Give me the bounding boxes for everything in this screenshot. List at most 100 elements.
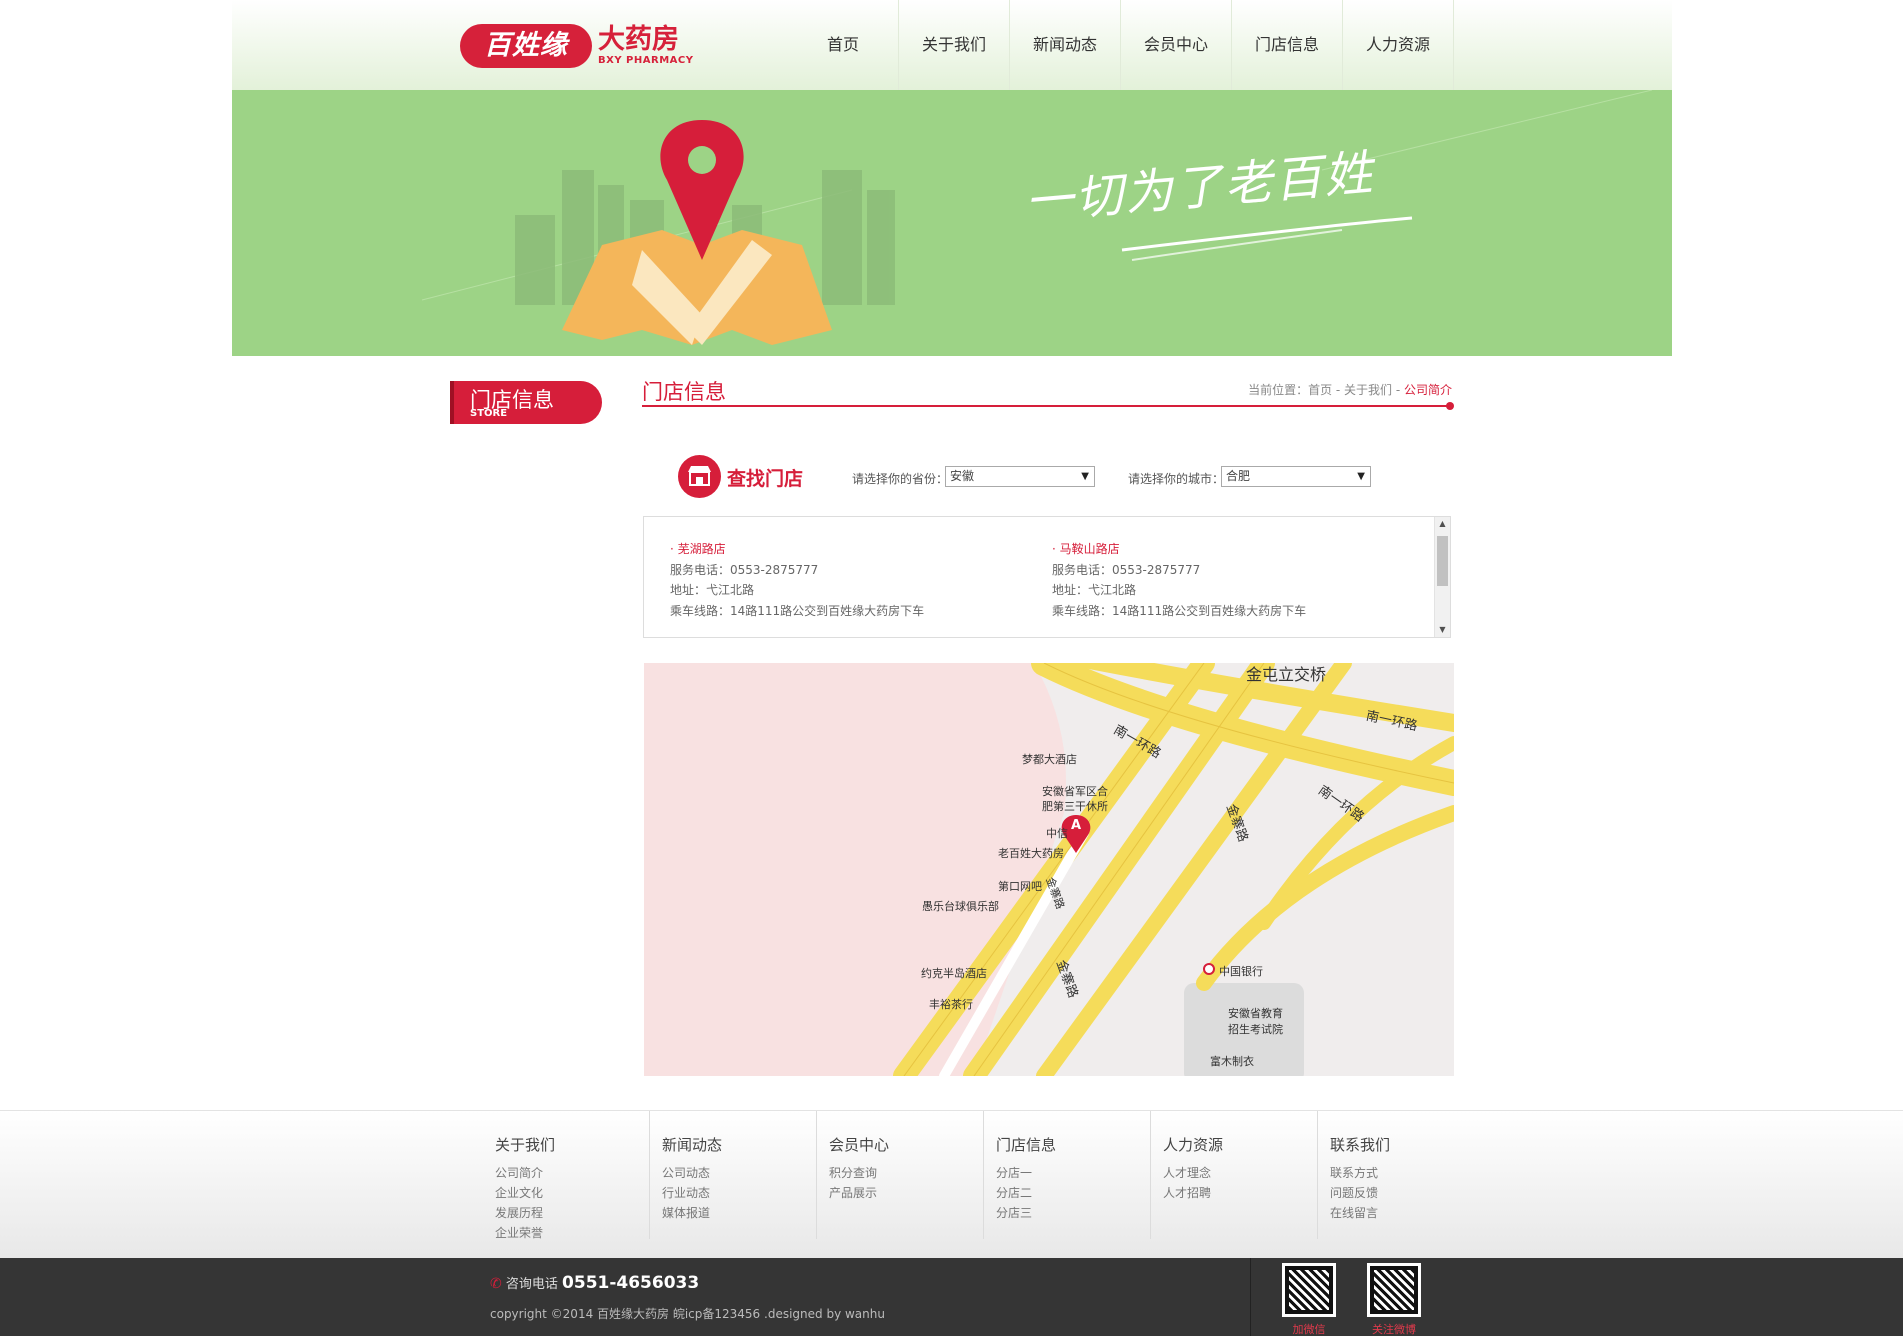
wechat-qr-code — [1282, 1263, 1336, 1317]
breadcrumb-path[interactable]: 当前位置：首页 - 关于我们 - — [1248, 383, 1404, 397]
road-label: 金屯立交桥 — [1246, 665, 1327, 684]
sidebar-title: 门店信息 STORE — [450, 381, 602, 424]
store-name[interactable]: · 芜湖路店 — [670, 539, 924, 560]
province-value: 安徽 — [950, 469, 975, 483]
sidebar-title-en: STORE — [470, 408, 508, 419]
store-route: 乘车线路：14路111路公交到百姓缘大药房下车 — [1052, 603, 1307, 618]
banner-illustration — [421, 90, 1653, 345]
footer-link[interactable]: 分店二 — [996, 1184, 1032, 1201]
map-poi: 富木制衣 — [1210, 1055, 1254, 1068]
footer-link[interactable]: 人才理念 — [1163, 1164, 1211, 1181]
footer-link[interactable]: 企业荣誉 — [495, 1224, 543, 1241]
footer-link[interactable]: 积分查询 — [829, 1164, 877, 1181]
footer-link[interactable]: 媒体报道 — [662, 1204, 710, 1221]
nav-item-news[interactable]: 新闻动态 — [1010, 0, 1121, 90]
scroll-down-icon[interactable]: ▼ — [1435, 623, 1450, 637]
city-value: 合肥 — [1226, 469, 1251, 483]
nav-item-hr[interactable]: 人力资源 — [1343, 0, 1454, 90]
page-title: 门店信息 — [642, 380, 726, 404]
footer-column-title[interactable]: 人力资源 — [1163, 1134, 1223, 1155]
city-label: 请选择你的城市： — [1128, 472, 1225, 486]
footer-link[interactable]: 分店一 — [996, 1164, 1032, 1181]
hotline-number: 0551-4656033 — [562, 1273, 700, 1293]
footer-link[interactable]: 在线留言 — [1330, 1204, 1378, 1221]
footer-link[interactable]: 公司动态 — [662, 1164, 710, 1181]
store-item: · 芜湖路店 服务电话：0553-2875777 地址：弋江北路 乘车线路：14… — [670, 539, 924, 621]
province-select[interactable]: 安徽 ▼ — [945, 466, 1095, 487]
chevron-down-icon: ▼ — [1357, 471, 1365, 482]
hotline: ✆ 咨询电话 0551-4656033 — [490, 1273, 699, 1293]
store-name[interactable]: · 马鞍山路店 — [1052, 539, 1306, 560]
logo[interactable]: 百姓缘 大药房 BXY PHARMACY — [460, 24, 700, 70]
footer-link[interactable]: 企业文化 — [495, 1184, 543, 1201]
footer-column-title[interactable]: 门店信息 — [996, 1134, 1056, 1155]
footer-column-hr: 人力资源 人才理念 人才招聘 — [1151, 1111, 1318, 1239]
footer-link[interactable]: 问题反馈 — [1330, 1184, 1378, 1201]
map-poi: 第口网吧 — [998, 880, 1042, 893]
breadcrumb: 当前位置：首页 - 关于我们 - 公司简介 — [1248, 381, 1452, 398]
qr-label-weibo[interactable]: 关注微博 — [1364, 1321, 1424, 1336]
chevron-down-icon: ▼ — [1081, 471, 1089, 482]
store-item: · 马鞍山路店 服务电话：0553-2875777 地址：弋江北路 乘车线路：1… — [1052, 539, 1306, 621]
footer-bar: ✆ 咨询电话 0551-4656033 copyright ©2014 百姓缘大… — [0, 1258, 1903, 1336]
footer-link[interactable]: 发展历程 — [495, 1204, 543, 1221]
map-poi[interactable]: 老百姓大药房 — [998, 845, 1064, 861]
weibo-qr-code — [1367, 1263, 1421, 1317]
finder-title: 查找门店 — [727, 468, 804, 490]
footer-link[interactable]: 产品展示 — [829, 1184, 877, 1201]
store-phone: 服务电话：0553-2875777 — [1052, 562, 1201, 577]
footer-link[interactable]: 人才招聘 — [1163, 1184, 1211, 1201]
bank-icon — [1203, 963, 1215, 975]
map-poi: 梦都大酒店 — [1022, 753, 1077, 766]
sidebar-accent — [450, 381, 454, 424]
footer-link[interactable]: 公司简介 — [495, 1164, 543, 1181]
footer-column-stores: 门店信息 分店一 分店二 分店三 — [984, 1111, 1151, 1239]
store-route: 乘车线路：14路111路公交到百姓缘大药房下车 — [670, 603, 925, 618]
map-poi: 愚乐台球俱乐部 — [922, 900, 999, 913]
logo-text-en: BXY PHARMACY — [598, 55, 694, 66]
scroll-up-icon[interactable]: ▲ — [1435, 517, 1450, 531]
map-poi: 肥第三干休所 — [1042, 800, 1108, 813]
copyright: copyright ©2014 百姓缘大药房 皖icp备123456 .desi… — [490, 1307, 885, 1321]
store-icon — [678, 455, 721, 498]
footer-column-member: 会员中心 积分查询 产品展示 — [817, 1111, 984, 1239]
nav-item-home[interactable]: 首页 — [788, 0, 899, 90]
qr-label-wechat[interactable]: 加微信 — [1279, 1321, 1339, 1336]
store-map[interactable]: A 金屯立交桥 南一环路 南一环路 南一环路 金寨路 金寨路 金寨路 梦都大酒店… — [644, 663, 1454, 1076]
map-poi: 中国银行 — [1219, 965, 1263, 978]
site-header: 百姓缘 大药房 BXY PHARMACY 首页 关于我们 新闻动态 会员中心 门… — [232, 0, 1672, 90]
nav-item-about[interactable]: 关于我们 — [899, 0, 1010, 90]
footer-column-contact: 联系我们 联系方式 问题反馈 在线留言 — [1318, 1111, 1485, 1239]
banner: 一切为了老百姓 — [232, 90, 1672, 356]
scrollbar-thumb[interactable] — [1437, 536, 1448, 586]
nav-item-member[interactable]: 会员中心 — [1121, 0, 1232, 90]
nav-item-stores[interactable]: 门店信息 — [1232, 0, 1343, 90]
map-poi: 安徽省教育 — [1228, 1007, 1283, 1020]
footer-link[interactable]: 行业动态 — [662, 1184, 710, 1201]
footer-column-about: 关于我们 公司简介 企业文化 发展历程 企业荣誉 — [483, 1111, 650, 1241]
footer-column-title[interactable]: 新闻动态 — [662, 1134, 722, 1155]
store-list-scrollbar[interactable]: ▲ ▼ — [1434, 517, 1450, 637]
phone-icon: ✆ — [490, 1276, 502, 1292]
footer-link[interactable]: 联系方式 — [1330, 1164, 1378, 1181]
map-poi: 中信 — [1046, 827, 1068, 840]
store-address: 地址：弋江北路 — [670, 583, 755, 597]
map-poi: 安徽省军区合 — [1042, 785, 1108, 798]
main-nav: 首页 关于我们 新闻动态 会员中心 门店信息 人力资源 — [788, 0, 1454, 90]
map-poi: 招生考试院 — [1228, 1023, 1283, 1036]
footer-column-title[interactable]: 会员中心 — [829, 1134, 889, 1155]
store-phone: 服务电话：0553-2875777 — [670, 562, 819, 577]
map-poi: 丰裕茶行 — [929, 998, 973, 1011]
title-divider — [642, 405, 1452, 407]
qr-codes: 加微信 关注微博 — [1250, 1258, 1421, 1336]
footer-column-title[interactable]: 关于我们 — [495, 1134, 555, 1155]
province-label: 请选择你的省份： — [852, 472, 949, 486]
logo-text-cn: 大药房 — [598, 24, 679, 55]
city-select[interactable]: 合肥 ▼ — [1221, 466, 1371, 487]
map-marker-label: A — [1071, 818, 1082, 833]
map-poi: 约克半岛酒店 — [921, 967, 987, 980]
logo-badge: 百姓缘 — [460, 24, 592, 68]
page: 百姓缘 大药房 BXY PHARMACY 首页 关于我们 新闻动态 会员中心 门… — [0, 0, 1903, 1336]
footer-link[interactable]: 分店三 — [996, 1204, 1032, 1221]
footer-column-title[interactable]: 联系我们 — [1330, 1134, 1390, 1155]
